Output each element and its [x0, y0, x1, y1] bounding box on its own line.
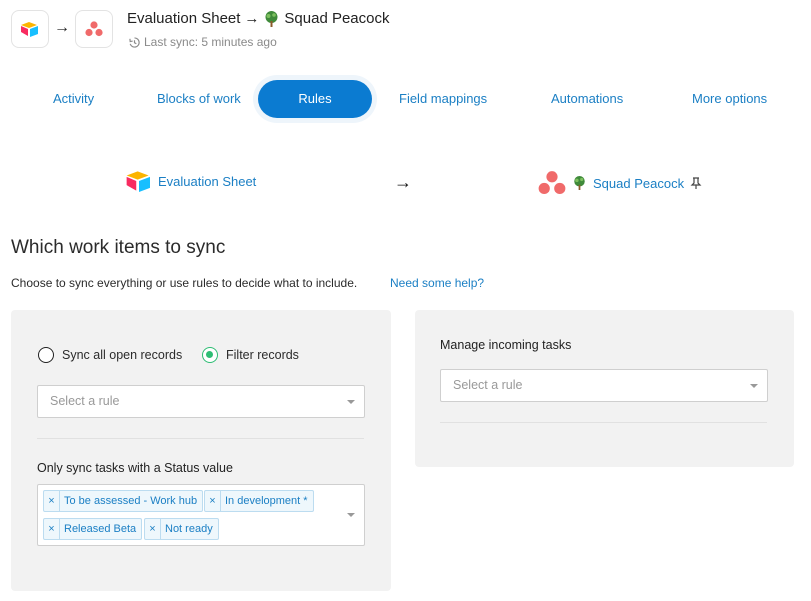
status-chip: × Not ready — [144, 518, 219, 540]
incoming-rule-select[interactable]: Select a rule — [440, 369, 768, 402]
airtable-logo-icon — [126, 171, 150, 192]
header-title-arrow: → — [244, 10, 260, 27]
help-link[interactable]: Need some help? — [390, 276, 484, 290]
source-app-icon — [11, 10, 49, 48]
tab-automations[interactable]: Automations — [551, 80, 623, 118]
status-chip-label: Released Beta — [64, 523, 137, 535]
radio-filter-records[interactable]: Filter records — [202, 347, 299, 363]
airtable-logo-icon — [21, 22, 38, 37]
section-description: Choose to sync everything or use rules t… — [11, 276, 358, 290]
last-sync-info: Last sync: 5 minutes ago — [129, 35, 277, 49]
section-title: Which work items to sync — [11, 237, 226, 258]
chevron-down-icon — [750, 384, 758, 388]
flow-target[interactable]: Squad Peacock — [538, 170, 702, 196]
status-chip-label: In development * — [225, 495, 308, 507]
tab-blocks-of-work[interactable]: Blocks of work — [157, 80, 241, 118]
tab-more-options[interactable]: More options — [692, 80, 767, 118]
pin-icon[interactable] — [690, 176, 702, 190]
flow-arrow: → — [394, 172, 412, 192]
sync-title: Evaluation Sheet → Squad Peacock — [127, 10, 390, 27]
divider — [440, 422, 767, 423]
radio-unchecked-icon[interactable] — [38, 347, 54, 363]
radio-filter-label: Filter records — [226, 348, 299, 362]
tab-field-mappings[interactable]: Field mappings — [399, 80, 487, 118]
status-chip: × In development * — [204, 490, 314, 512]
remove-chip-icon[interactable]: × — [44, 491, 60, 511]
remove-chip-icon[interactable]: × — [145, 519, 161, 539]
target-app-icon — [75, 10, 113, 48]
status-chip-label: Not ready — [165, 523, 213, 535]
peacock-tree-icon — [265, 10, 278, 27]
rule-select-placeholder: Select a rule — [50, 394, 120, 408]
remove-chip-icon[interactable]: × — [44, 519, 60, 539]
status-chip-label: To be assessed - Work hub — [64, 495, 198, 507]
history-icon — [129, 36, 140, 48]
nav-tabs: Activity Blocks of work Rules Field mapp… — [0, 80, 811, 118]
status-chip: × To be assessed - Work hub — [43, 490, 204, 512]
header-arrow: → — [54, 19, 70, 36]
incoming-rule-placeholder: Select a rule — [453, 378, 523, 392]
status-filter-label: Only sync tasks with a Status value — [37, 461, 233, 475]
radio-sync-all[interactable]: Sync all open records — [38, 347, 182, 363]
incoming-tasks-title: Manage incoming tasks — [440, 338, 572, 352]
tab-rules[interactable]: Rules — [258, 80, 372, 118]
peacock-tree-icon — [574, 176, 585, 190]
header-source-name: Evaluation Sheet — [127, 10, 241, 27]
status-chip: × Released Beta — [43, 518, 143, 540]
rule-select[interactable]: Select a rule — [37, 385, 365, 418]
asana-logo-icon — [538, 171, 566, 195]
status-multiselect[interactable]: × To be assessed - Work hub × In develop… — [37, 484, 365, 546]
last-sync-text: Last sync: 5 minutes ago — [144, 35, 277, 49]
chevron-down-icon[interactable] — [347, 513, 355, 517]
radio-sync-all-label: Sync all open records — [62, 348, 183, 362]
flow-source[interactable]: Evaluation Sheet — [126, 170, 256, 192]
radio-checked-icon[interactable] — [202, 347, 218, 363]
asana-logo-icon — [85, 21, 103, 37]
sync-flow: Evaluation Sheet → Squad Peacock — [0, 170, 811, 198]
flow-source-name: Evaluation Sheet — [158, 173, 257, 189]
header-target-name: Squad Peacock — [284, 10, 390, 27]
remove-chip-icon[interactable]: × — [205, 491, 221, 511]
tab-activity[interactable]: Activity — [53, 80, 94, 118]
flow-target-name: Squad Peacock — [593, 175, 685, 191]
chevron-down-icon — [347, 400, 355, 404]
divider — [37, 438, 364, 439]
